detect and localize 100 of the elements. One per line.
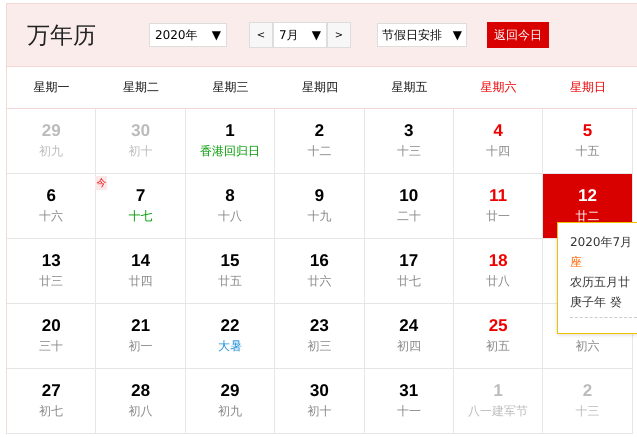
day-number: 20 (42, 316, 61, 336)
lunar-date: 廿一 (486, 208, 510, 224)
day-number: 3 (404, 121, 414, 141)
lunar-date: 十五 (576, 143, 600, 159)
day-number: 5 (582, 121, 592, 141)
day-number: 21 (131, 316, 150, 336)
holiday-dropdown[interactable]: 节假日安排 ▼ (377, 23, 467, 47)
day-number: 14 (131, 251, 150, 271)
day-cell[interactable]: 13 廿三 (7, 239, 96, 304)
lunar-date: 十三 (396, 143, 421, 159)
lunar-date: 十一 (396, 403, 421, 419)
day-number: 28 (131, 381, 150, 401)
weekday-header: 星期六 (480, 79, 518, 96)
weekday-header: 星期四 (300, 79, 339, 96)
lunar-date: 十六 (39, 208, 64, 224)
month-dropdown[interactable]: 7月 ▼ (273, 22, 327, 48)
day-cell[interactable]: 29 初九 (186, 369, 276, 434)
day-cell[interactable]: 今 7 十七 (96, 174, 186, 239)
day-cell[interactable]: 18 廿八 (454, 239, 544, 304)
day-cell[interactable]: 17 廿七 (364, 239, 454, 304)
day-number: 22 (220, 316, 240, 336)
day-number: 1 (493, 381, 503, 401)
day-cell[interactable]: 9 十九 (275, 174, 365, 239)
lunar-date: 十七 (128, 208, 153, 224)
day-number: 4 (493, 121, 503, 141)
day-cell[interactable]: 27 初七 (7, 369, 96, 434)
day-cell[interactable]: 16 廿六 (275, 239, 365, 304)
lunar-date: 初十 (128, 143, 153, 159)
lunar-date: 初五 (486, 338, 510, 354)
lunar-date: 廿二 (576, 208, 600, 224)
day-cell[interactable]: 31 十一 (364, 369, 454, 434)
day-number: 11 (489, 186, 508, 206)
lunar-date: 初八 (128, 403, 153, 419)
day-cell[interactable]: 28 初八 (96, 369, 186, 434)
lunar-date: 初七 (39, 403, 64, 419)
weekday-header: 星期三 (211, 79, 250, 96)
day-cell[interactable]: 10 二十 (364, 174, 454, 239)
day-number: 9 (314, 186, 324, 206)
next-month-button[interactable]: > (327, 22, 351, 48)
day-number: 2 (582, 381, 592, 401)
day-number: 29 (42, 121, 61, 141)
day-number: 23 (310, 316, 329, 336)
day-number: 31 (399, 381, 418, 401)
page-title: 万年历 (27, 22, 97, 50)
day-cell[interactable]: 14 廿四 (96, 239, 186, 304)
day-number: 2 (314, 121, 324, 141)
day-number: 13 (42, 251, 61, 271)
weekday-header: 星期五 (390, 79, 428, 96)
lunar-date: 大暑 (218, 338, 242, 354)
lunar-date: 二十 (396, 208, 421, 224)
lunar-date: 廿五 (218, 273, 242, 289)
lunar-date: 十九 (307, 208, 332, 224)
lunar-date: 十三 (576, 403, 600, 419)
day-number: 1 (225, 121, 235, 141)
day-number: 16 (310, 251, 329, 271)
day-number: 25 (488, 316, 508, 336)
day-cell[interactable]: 20 三十 (7, 304, 96, 369)
weekday-header: 星期一 (32, 79, 71, 96)
day-number: 18 (488, 251, 508, 271)
lunar-date: 廿四 (128, 273, 153, 289)
today-badge: 今 (95, 176, 108, 190)
tooltip-lunar: 农历五月廿 (570, 274, 631, 291)
day-number: 12 (578, 186, 597, 206)
weekday-header: 星期二 (122, 79, 160, 96)
day-cell[interactable]: 22 大暑 (186, 304, 276, 369)
day-cell[interactable]: 8 十八 (186, 174, 276, 239)
lunar-date: 十八 (218, 208, 242, 224)
day-number: 29 (220, 381, 240, 401)
day-number: 15 (220, 251, 240, 271)
lunar-date: 廿六 (307, 273, 332, 289)
day-cell[interactable]: 21 初一 (96, 304, 186, 369)
day-number: 6 (46, 186, 56, 206)
lunar-date: 初一 (128, 338, 153, 354)
day-cell[interactable]: 25 初五 (454, 304, 544, 369)
day-cell[interactable]: 23 初三 (275, 304, 365, 369)
lunar-date: 初四 (396, 338, 421, 354)
day-cell[interactable]: 4 十四 (454, 109, 544, 174)
year-dropdown[interactable]: 2020年 ▼ (149, 23, 227, 47)
day-cell[interactable]: 30 初十 (275, 369, 365, 434)
day-number: 10 (399, 186, 418, 206)
lunar-date: 廿八 (486, 273, 510, 289)
lunar-date: 三十 (39, 338, 64, 354)
day-cell[interactable]: 2 十二 (275, 109, 365, 174)
day-cell[interactable]: 24 初四 (364, 304, 454, 369)
day-number: 24 (399, 316, 418, 336)
lunar-date: 香港回归日 (200, 143, 260, 159)
day-number: 30 (131, 121, 150, 141)
day-number: 7 (136, 186, 146, 206)
lunar-date: 八一建军节 (468, 403, 528, 419)
back-to-today-button[interactable]: 返回今日 (487, 22, 549, 48)
day-number: 30 (310, 381, 329, 401)
previous-month-button[interactable]: < (249, 22, 273, 48)
day-cell[interactable]: 15 廿五 (186, 239, 276, 304)
day-number: 17 (399, 251, 418, 271)
day-number: 27 (42, 381, 61, 401)
lunar-date: 廿七 (396, 273, 421, 289)
lunar-date: 初六 (576, 338, 600, 354)
lunar-date: 十二 (307, 143, 332, 159)
day-cell[interactable]: 1 香港回归日 (186, 109, 276, 174)
day-cell[interactable]: 3 十三 (364, 109, 454, 174)
